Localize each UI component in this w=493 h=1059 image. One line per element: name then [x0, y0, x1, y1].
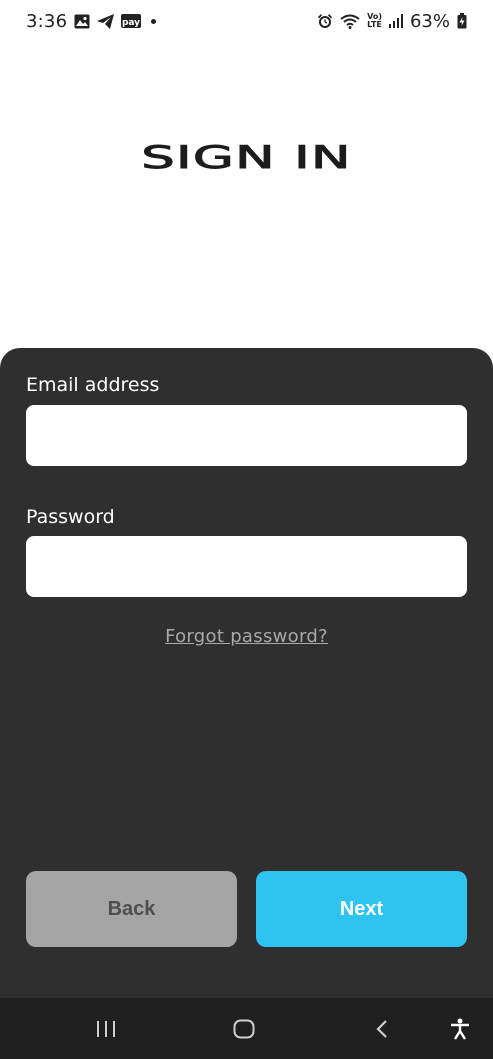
alarm-icon [317, 13, 333, 29]
status-bar-left: 3:36 pay [26, 10, 157, 32]
page-title: SIGN IN [140, 140, 352, 177]
status-bar-right: Vo) LTE 63% [317, 11, 467, 32]
back-icon[interactable] [362, 998, 402, 1059]
status-bar: 3:36 pay Vo) LTE 63% [0, 0, 493, 42]
notification-dot [151, 18, 157, 24]
battery-percent: 63% [409, 10, 450, 32]
navigation-bar [0, 998, 493, 1059]
svg-text:pay: pay [122, 18, 140, 28]
sign-in-screen: 3:36 pay Vo) LTE 63% SIGN IN Email addre… [0, 0, 493, 1059]
back-button[interactable]: Back [26, 871, 237, 947]
forgot-password-link[interactable]: Forgot password? [0, 626, 493, 647]
recent-apps-icon[interactable] [86, 998, 126, 1059]
status-time: 3:36 [26, 10, 68, 32]
volte-icon: Vo) LTE [367, 13, 382, 29]
email-label: Email address [26, 374, 160, 396]
accessibility-icon[interactable] [442, 998, 478, 1059]
battery-icon [457, 13, 467, 29]
image-icon [74, 14, 90, 29]
password-label: Password [26, 506, 115, 528]
paytm-icon: pay [121, 13, 142, 29]
sign-in-panel: Email address Password Forgot password? … [0, 348, 493, 998]
telegram-icon [97, 13, 115, 29]
wifi-icon [340, 14, 360, 29]
email-field[interactable] [26, 405, 467, 466]
password-field[interactable] [26, 536, 467, 597]
volte-bottom-label: LTE [367, 20, 382, 29]
next-button[interactable]: Next [256, 871, 467, 947]
home-icon[interactable] [224, 998, 264, 1059]
signal-icon [388, 14, 403, 28]
